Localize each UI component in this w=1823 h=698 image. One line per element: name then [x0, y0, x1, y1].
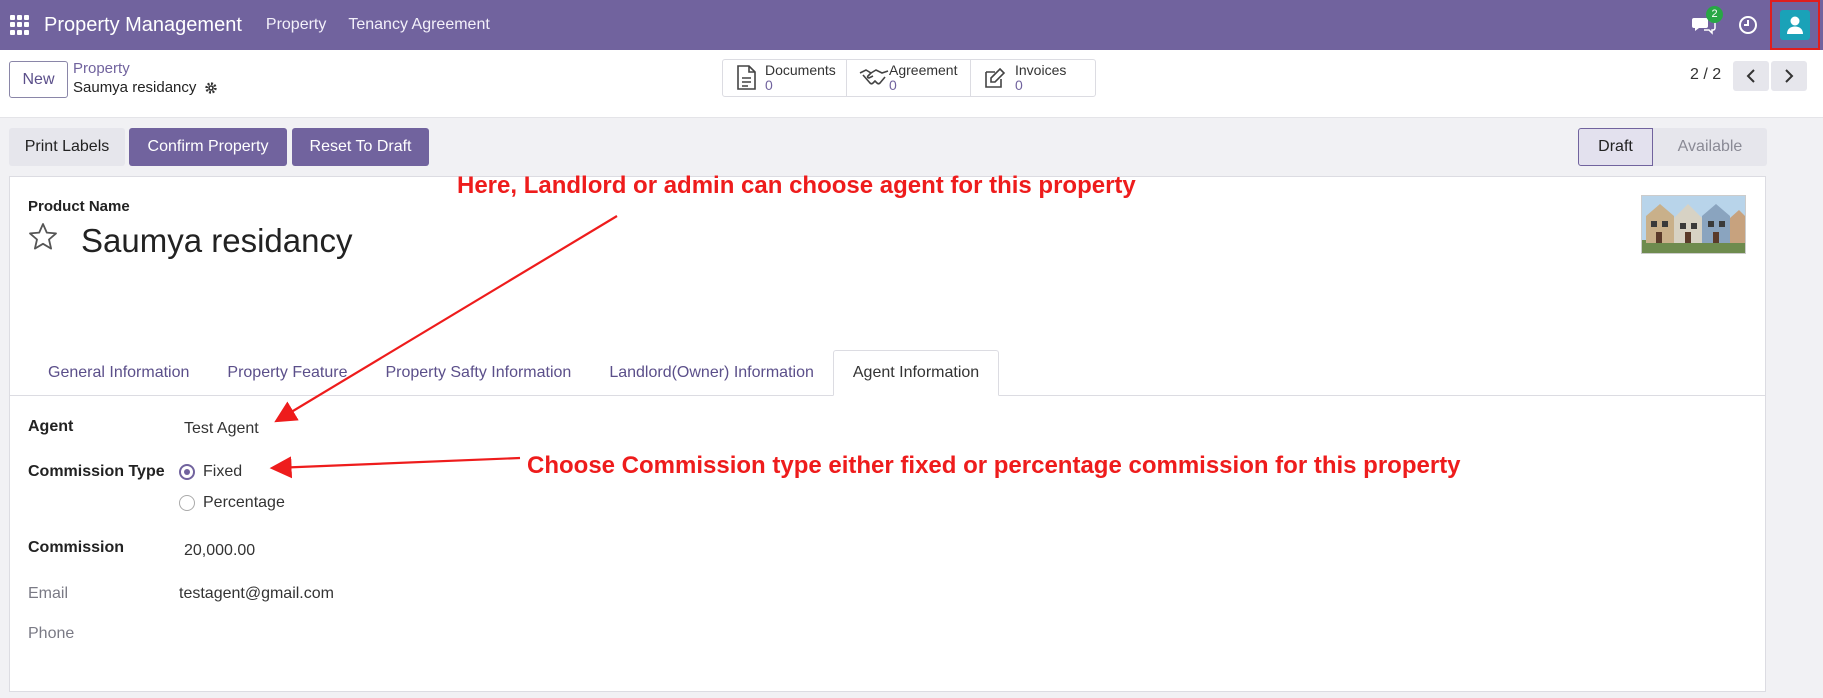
- chat-icon[interactable]: 2: [1692, 6, 1723, 35]
- new-button[interactable]: New: [9, 61, 68, 98]
- product-name-label: Product Name: [28, 198, 130, 215]
- confirm-property-button[interactable]: Confirm Property: [129, 128, 287, 166]
- tab-agent-information[interactable]: Agent Information: [832, 350, 1000, 396]
- apps-grid-icon[interactable]: [10, 15, 30, 35]
- status-bar: Draft Available: [1578, 128, 1767, 166]
- status-draft[interactable]: Draft: [1578, 128, 1653, 166]
- clock-icon[interactable]: [1738, 15, 1758, 35]
- chevron-left-icon: [1746, 69, 1755, 83]
- pager-value[interactable]: 2 / 2: [1690, 66, 1721, 84]
- breadcrumb-parent[interactable]: Property: [73, 60, 130, 77]
- commission-type-label: Commission Type: [28, 463, 165, 480]
- commission-type-fixed-label[interactable]: Fixed: [203, 463, 242, 481]
- chat-badge: 2: [1706, 6, 1723, 23]
- commission-field[interactable]: 20,000.00: [184, 542, 255, 560]
- menu-property[interactable]: Property: [266, 16, 326, 34]
- document-icon: [737, 65, 756, 90]
- commission-annotation: Choose Commission type either fixed or p…: [527, 452, 1461, 479]
- phone-label: Phone: [28, 625, 75, 642]
- invoices-label: Invoices: [1015, 62, 1067, 78]
- menu-tenancy-agreement[interactable]: Tenancy Agreement: [348, 16, 489, 34]
- agent-annotation: Here, Landlord or admin can choose agent…: [457, 172, 1136, 199]
- documents-smart-button[interactable]: Documents 0: [723, 60, 847, 96]
- agreement-smart-button[interactable]: Agreement 0: [847, 60, 971, 96]
- avatar-highlight: [1770, 0, 1820, 50]
- pager-next-button[interactable]: [1771, 61, 1807, 91]
- agreement-label: Agreement: [889, 62, 958, 78]
- reset-to-draft-button[interactable]: Reset To Draft: [292, 128, 429, 166]
- tab-property-feature[interactable]: Property Feature: [208, 350, 366, 395]
- tab-landlord-information[interactable]: Landlord(Owner) Information: [590, 350, 833, 395]
- top-navbar: Property Management Property Tenancy Agr…: [0, 0, 1823, 50]
- email-label: Email: [28, 585, 69, 602]
- gear-icon[interactable]: [204, 81, 218, 95]
- user-icon: [1787, 16, 1803, 34]
- chevron-right-icon: [1785, 69, 1794, 83]
- commission-type-fixed-radio[interactable]: [179, 464, 195, 480]
- invoices-count: 0: [1015, 77, 1023, 93]
- breadcrumb-current-wrap: Saumya residancy: [73, 79, 218, 96]
- tab-property-safty-information[interactable]: Property Safty Information: [366, 350, 590, 395]
- status-available[interactable]: Available: [1653, 128, 1767, 166]
- documents-count: 0: [765, 77, 773, 93]
- email-field[interactable]: testagent@gmail.com: [179, 585, 334, 603]
- control-panel: New Property Saumya residancy Documents …: [0, 50, 1823, 118]
- documents-label: Documents: [765, 62, 836, 78]
- edit-icon: [985, 67, 1006, 88]
- agreement-count: 0: [889, 77, 897, 93]
- user-avatar[interactable]: [1780, 10, 1810, 40]
- pager-previous-button[interactable]: [1733, 61, 1769, 91]
- app-brand[interactable]: Property Management: [44, 14, 242, 37]
- invoices-smart-button[interactable]: Invoices 0: [971, 60, 1095, 96]
- handshake-icon: [859, 69, 889, 85]
- commission-label: Commission: [28, 539, 125, 556]
- property-title[interactable]: Saumya residancy: [81, 222, 352, 260]
- smart-buttons: Documents 0 Agreement 0 Invoices 0: [722, 59, 1096, 97]
- property-image[interactable]: [1641, 195, 1746, 254]
- commission-type-percentage-label[interactable]: Percentage: [203, 494, 285, 512]
- agent-label: Agent: [28, 418, 74, 435]
- favorite-star-icon[interactable]: [28, 222, 58, 252]
- agent-field[interactable]: Test Agent: [184, 420, 259, 438]
- commission-type-percentage-radio[interactable]: [179, 495, 195, 511]
- print-labels-button[interactable]: Print Labels: [9, 128, 125, 166]
- breadcrumb-current: Saumya residancy: [73, 79, 197, 96]
- phone-field[interactable]: [179, 625, 479, 645]
- form-tabs: General Information Property Feature Pro…: [9, 350, 1766, 396]
- tab-general-information[interactable]: General Information: [29, 350, 208, 395]
